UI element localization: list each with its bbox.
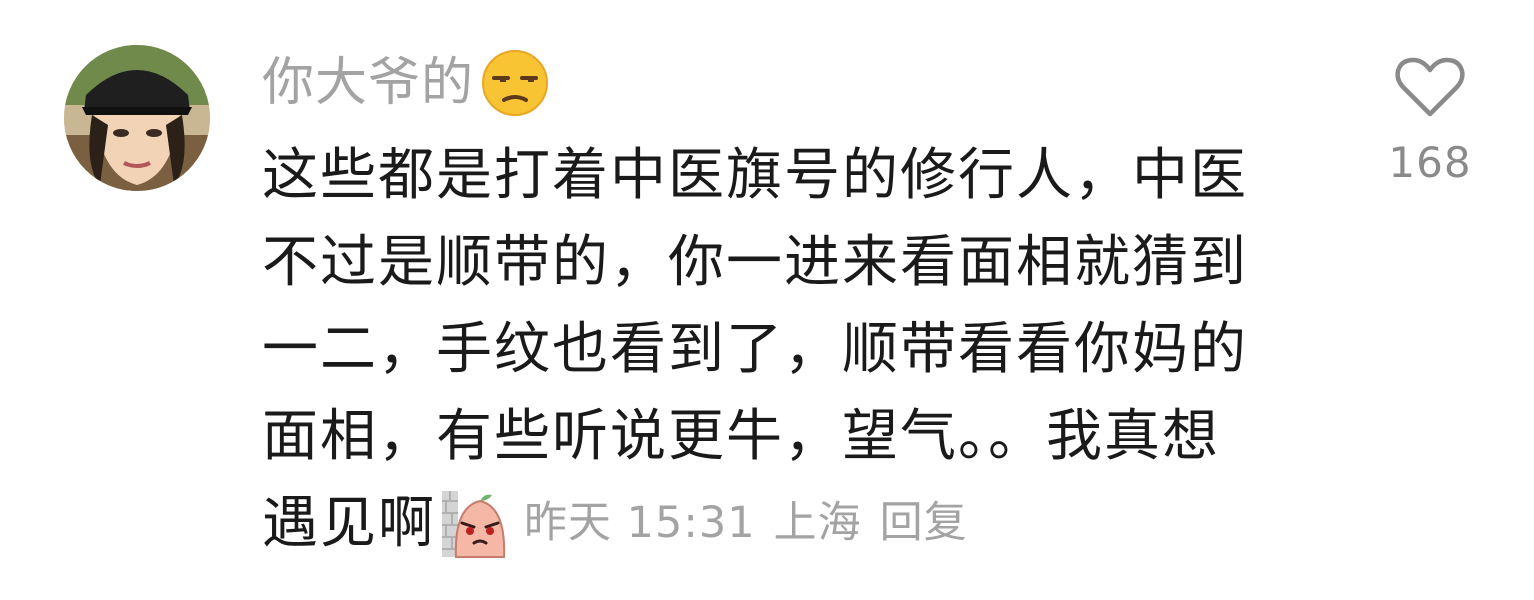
comment-text-line: 面相，有些听说更牛，望气。。我真想 xyxy=(262,404,1220,469)
avatar-image xyxy=(64,45,210,191)
heart-outline-icon xyxy=(1395,57,1465,117)
comment-text-line: 这些都是打着中医旗号的修行人，中医 xyxy=(262,143,1248,208)
comment-text-line: 不过是顺带的，你一进来看面相就猜到 xyxy=(262,230,1248,295)
username-row: 你大爷的 xyxy=(262,44,1272,122)
peeking-peach-sticker-icon xyxy=(440,487,514,561)
username[interactable]: 你大爷的 xyxy=(262,44,474,122)
comment-text-line: 遇见啊 xyxy=(262,491,436,556)
reply-button[interactable]: 回复 xyxy=(880,498,968,548)
comment-time: 昨天 15:31 xyxy=(524,498,756,548)
comment-meta: 昨天 15:31 上海 回复 xyxy=(524,480,986,567)
unamused-face-emoji-icon xyxy=(480,48,550,118)
like-button[interactable]: 168 xyxy=(1380,56,1480,187)
comment-location: 上海 xyxy=(773,498,862,548)
avatar[interactable] xyxy=(64,45,210,191)
comment-body: 你大爷的 这些都是打着中医旗号的修行人，中医 不过是顺带的，你一进来看面相就猜到… xyxy=(262,44,1272,567)
comment-last-line: 遇见啊 昨天 15:31 上海 回复 xyxy=(262,480,1272,567)
comment-text: 这些都是打着中医旗号的修行人，中医 不过是顺带的，你一进来看面相就猜到 一二，手… xyxy=(262,132,1272,567)
like-count: 168 xyxy=(1388,138,1472,187)
comment-text-line: 一二，手纹也看到了，顺带看看你妈的 xyxy=(262,317,1248,382)
